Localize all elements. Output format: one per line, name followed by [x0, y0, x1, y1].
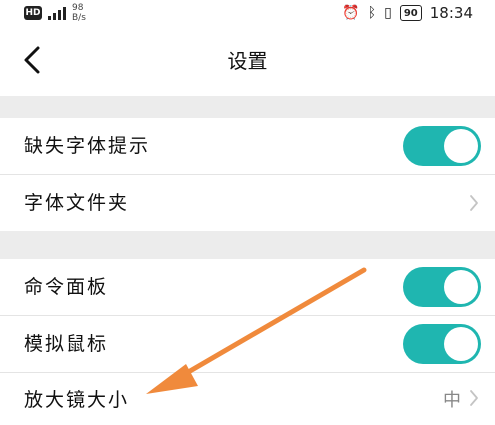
annotation-arrow-icon	[146, 267, 367, 394]
